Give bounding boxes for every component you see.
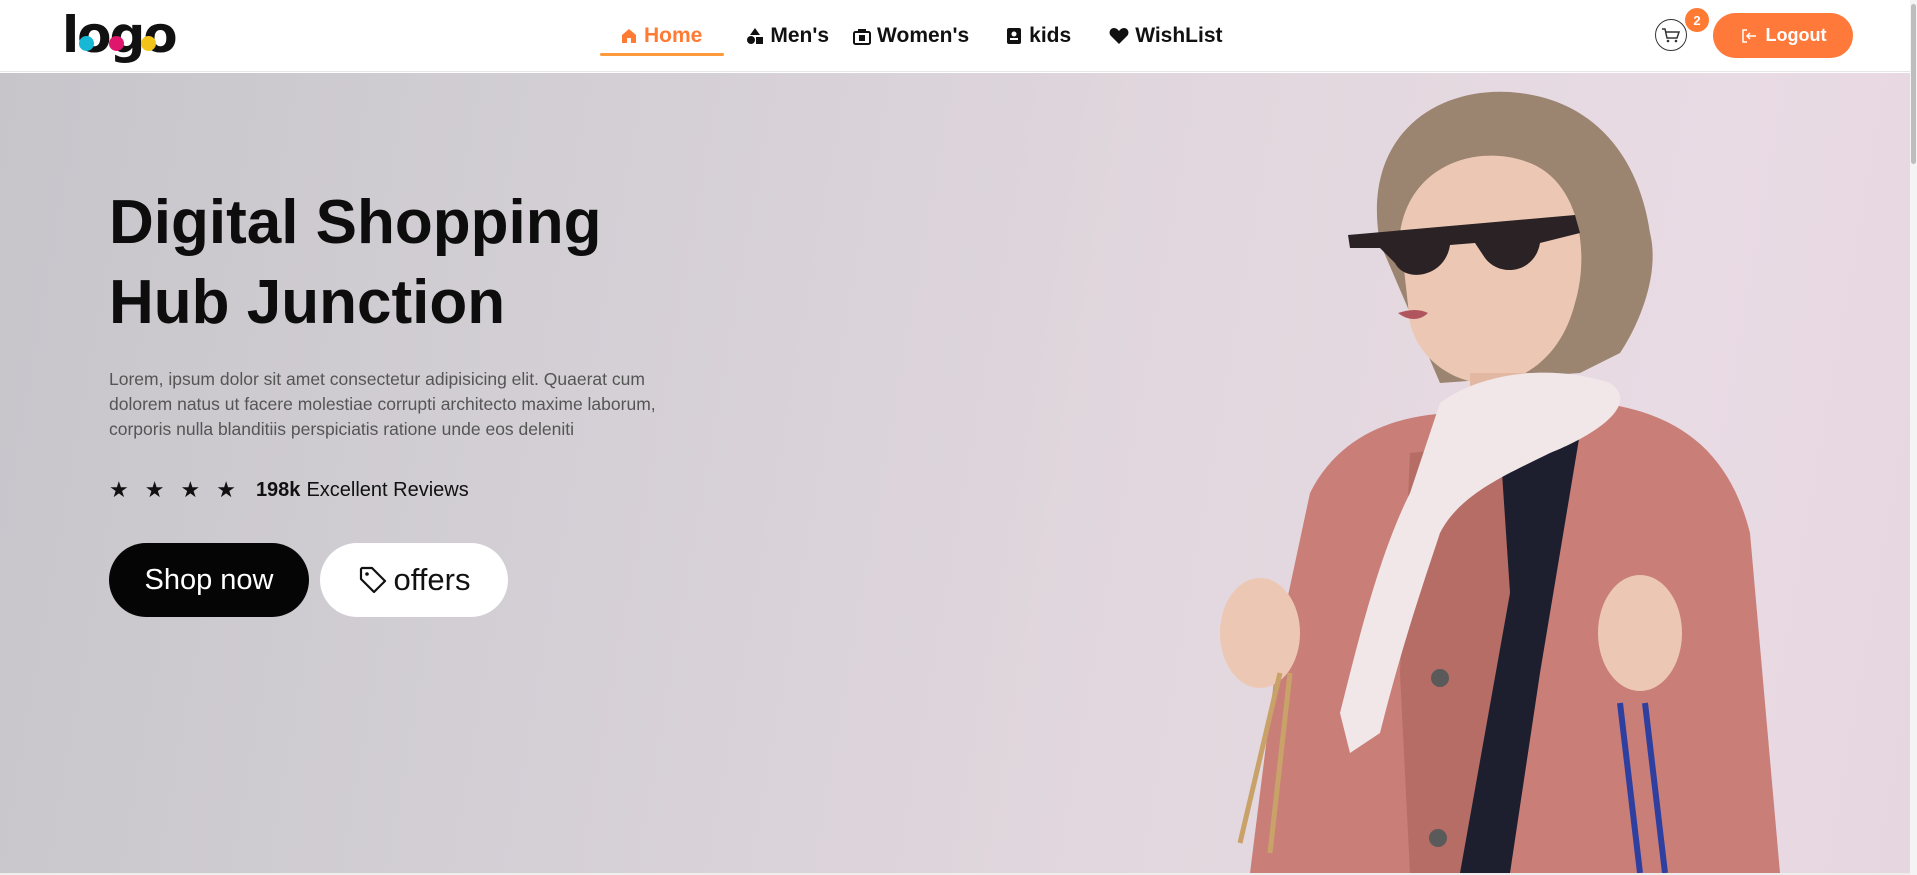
nav-womens-label: Women's — [877, 24, 970, 47]
home-icon — [620, 27, 638, 45]
logout-button[interactable]: Logout — [1713, 13, 1853, 58]
logo-dot-magenta — [109, 36, 124, 51]
review-count: 198k — [255, 478, 301, 501]
shop-now-label: Shop now — [144, 563, 274, 596]
reviews-row: ★ ★ ★ ★ 198k Excellent Reviews — [109, 477, 469, 503]
heart-icon — [1109, 27, 1129, 45]
shop-now-button[interactable]: Shop now — [109, 543, 309, 617]
logout-icon — [1741, 28, 1756, 43]
nav-wishlist-label: WishList — [1135, 24, 1223, 47]
hero-title-line2: Hub Junction — [109, 268, 506, 337]
logout-label: Logout — [1765, 25, 1827, 45]
cart-count-badge: 2 — [1685, 8, 1709, 32]
nav-kids-label: kids — [1029, 24, 1072, 47]
nav-womens[interactable]: Women's — [853, 18, 969, 54]
nav-mens[interactable]: Men's — [746, 18, 829, 54]
top-navbar: logo Home Men's Women's kids WishList 2 … — [0, 0, 1917, 72]
hero-model-image — [1220, 91, 1780, 873]
star-icon: ★ — [216, 477, 236, 502]
hero-description: Lorem, ipsum dolor sit amet consectetur … — [109, 369, 656, 439]
shapes-icon — [746, 27, 764, 45]
nav-home-label: Home — [644, 24, 703, 47]
hero-title: Digital Shopping Hub Junction — [109, 183, 809, 343]
review-text: Excellent Reviews — [306, 478, 469, 501]
nav-wishlist[interactable]: WishList — [1109, 18, 1223, 54]
logo-dot-cyan — [79, 36, 94, 51]
cart-icon — [1662, 28, 1681, 43]
nav-mens-label: Men's — [770, 24, 830, 47]
star-icon: ★ — [180, 477, 201, 502]
contact-book-icon — [1005, 27, 1023, 45]
nav-home[interactable]: Home — [599, 18, 725, 56]
logo-text: logo — [62, 6, 178, 64]
hero-title-line1: Digital Shopping — [109, 188, 602, 257]
offers-label: offers — [393, 562, 471, 597]
vertical-scrollbar[interactable] — [1910, 0, 1917, 875]
cart-button[interactable] — [1655, 19, 1687, 51]
tag-icon — [359, 566, 386, 594]
nav-kids[interactable]: kids — [1005, 18, 1071, 54]
star-icon: ★ — [109, 477, 129, 502]
hero-banner: Digital Shopping Hub Junction Lorem, ips… — [0, 73, 1910, 873]
main-nav: Home Men's Women's kids WishList — [598, 18, 1223, 56]
logo-dot-yellow — [141, 36, 156, 51]
shopping-bag-icon — [853, 27, 872, 45]
offers-button[interactable]: offers — [320, 543, 508, 617]
site-logo[interactable]: logo — [62, 6, 178, 64]
star-icon: ★ — [144, 477, 165, 502]
scrollbar-thumb[interactable] — [1911, 4, 1916, 164]
